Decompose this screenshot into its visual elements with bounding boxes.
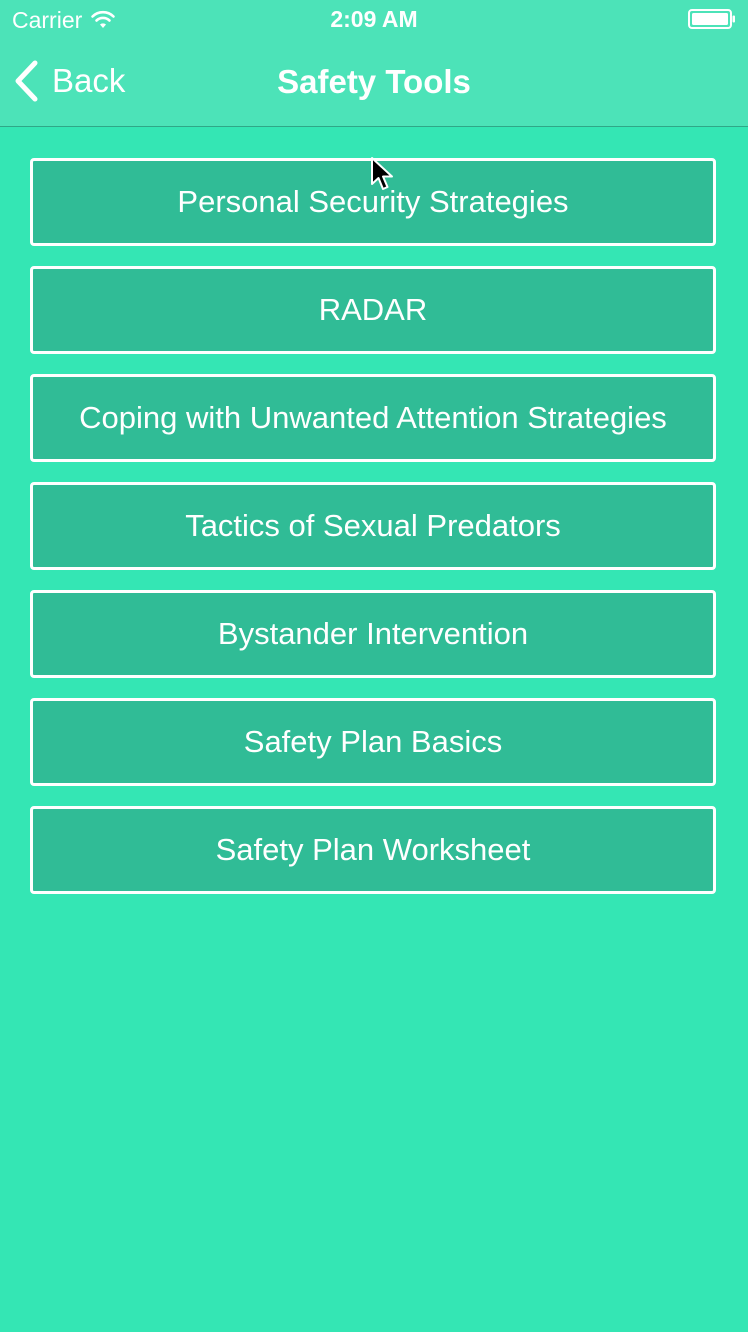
safety-plan-worksheet-button[interactable]: Safety Plan Worksheet	[30, 806, 716, 894]
top-bar: Carrier 2:09 AM Back Safety Tools	[0, 0, 748, 127]
navigation-bar: Back Safety Tools	[0, 40, 748, 126]
status-time: 2:09 AM	[330, 6, 418, 32]
status-bar: Carrier 2:09 AM	[0, 0, 748, 40]
bystander-intervention-button[interactable]: Bystander Intervention	[30, 590, 716, 678]
radar-button[interactable]: RADAR	[30, 266, 716, 354]
safety-plan-basics-button[interactable]: Safety Plan Basics	[30, 698, 716, 786]
tactics-sexual-predators-button[interactable]: Tactics of Sexual Predators	[30, 482, 716, 570]
mouse-cursor-icon	[371, 157, 393, 190]
page-title: Safety Tools	[277, 63, 471, 100]
coping-unwanted-attention-button[interactable]: Coping with Unwanted Attention Strategie…	[30, 374, 716, 462]
safety-tools-list: Personal Security Strategies RADAR Copin…	[30, 158, 716, 914]
battery-icon	[688, 9, 735, 29]
